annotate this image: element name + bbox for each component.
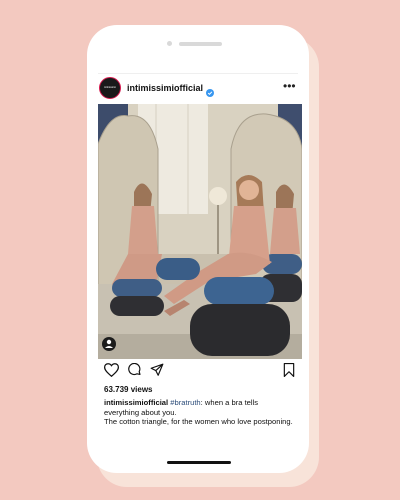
post-image[interactable] bbox=[98, 104, 302, 359]
avatar-logo-text: intimissimi bbox=[104, 86, 116, 89]
send-icon[interactable] bbox=[150, 363, 164, 382]
heart-icon[interactable] bbox=[103, 363, 120, 382]
speaker-grille bbox=[179, 42, 222, 46]
more-options-icon[interactable]: ••• bbox=[283, 80, 296, 92]
view-count[interactable]: 63.739 views bbox=[104, 385, 152, 394]
verified-badge-icon bbox=[206, 84, 214, 102]
caption-hashtag[interactable]: #bratruth bbox=[170, 398, 200, 407]
avatar[interactable]: intimissimi bbox=[99, 77, 121, 99]
caption-username[interactable]: intimissimiofficial bbox=[104, 398, 168, 407]
post-caption: intimissimiofficial #bratruth: when a br… bbox=[104, 398, 294, 427]
caption-text-line2: The cotton triangle, for the women who l… bbox=[104, 417, 293, 427]
home-indicator bbox=[167, 461, 231, 464]
post-header: intimissimi intimissimiofficial ••• bbox=[99, 77, 299, 101]
phone-frame: intimissimi intimissimiofficial ••• 63.7… bbox=[87, 25, 309, 473]
comment-icon[interactable] bbox=[128, 362, 142, 382]
post-username[interactable]: intimissimiofficial bbox=[127, 83, 203, 93]
tagged-user-icon[interactable] bbox=[102, 337, 116, 351]
header-divider bbox=[98, 73, 298, 74]
bookmark-icon[interactable] bbox=[283, 363, 295, 382]
post-actions bbox=[98, 362, 302, 380]
front-camera bbox=[167, 41, 172, 46]
